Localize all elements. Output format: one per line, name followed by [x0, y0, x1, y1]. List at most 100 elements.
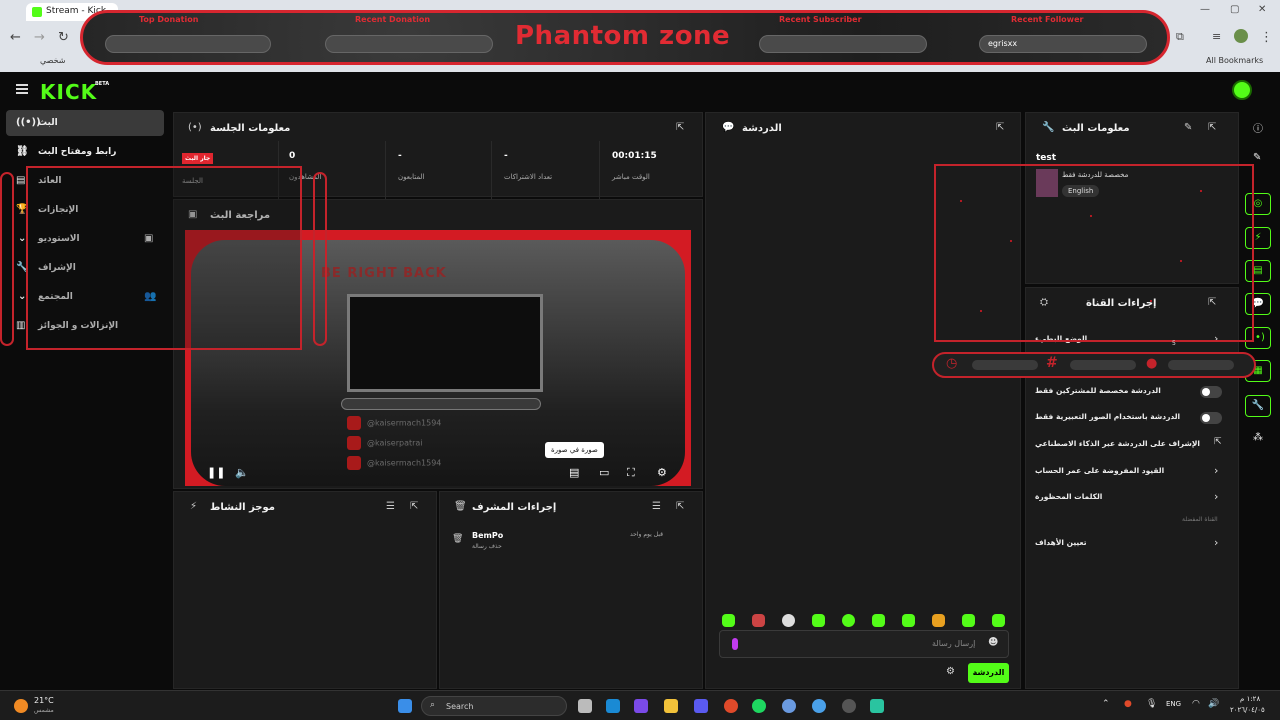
- app-icon[interactable]: [812, 699, 826, 713]
- kick-logo[interactable]: KICK: [40, 80, 97, 104]
- chat-settings-icon[interactable]: ⚙: [946, 666, 955, 677]
- theater-icon[interactable]: ▭: [599, 466, 609, 479]
- extensions-icon[interactable]: ⧉: [1176, 30, 1184, 44]
- microphone-icon[interactable]: [732, 638, 738, 650]
- popout-icon[interactable]: ⇱: [410, 501, 418, 512]
- external-link-icon[interactable]: ⇱: [1214, 437, 1222, 447]
- emote-icon[interactable]: [752, 614, 765, 627]
- speaker-icon[interactable]: 🔊: [1208, 699, 1219, 709]
- reload-icon[interactable]: ↻: [58, 30, 69, 45]
- rail-item[interactable]: 🔧: [1245, 395, 1271, 417]
- filter-icon[interactable]: ☰: [652, 501, 661, 512]
- settings-gear-icon[interactable]: ⚙: [657, 466, 667, 479]
- volume-icon[interactable]: 🔈: [235, 466, 249, 479]
- wifi-icon[interactable]: ◠: [1192, 699, 1200, 709]
- windows-start-icon[interactable]: [398, 699, 412, 713]
- popout-icon[interactable]: ⇱: [676, 501, 684, 512]
- edit-pencil-icon[interactable]: ✎: [1184, 122, 1192, 133]
- red-speck: [1010, 240, 1012, 242]
- ai-mod-row[interactable]: الإشراف على الدردشة عبر الذكاء الاصطناعي: [1035, 439, 1225, 455]
- weather-icon[interactable]: [14, 699, 28, 713]
- emote-icon[interactable]: [722, 614, 735, 627]
- tray-icon[interactable]: ●: [1124, 699, 1132, 709]
- bookmark-folder-personal[interactable]: شخصي: [40, 56, 65, 65]
- emote-icon[interactable]: [782, 614, 795, 627]
- all-bookmarks[interactable]: All Bookmarks: [1206, 56, 1263, 65]
- emote-icon[interactable]: [902, 614, 915, 627]
- trash-icon: 🗑: [452, 534, 464, 544]
- subs-only-toggle[interactable]: [1200, 386, 1222, 398]
- obs-icon[interactable]: [842, 699, 856, 713]
- chevron-right-icon[interactable]: ›: [1214, 464, 1218, 477]
- pip-icon[interactable]: ▤: [569, 466, 579, 479]
- spotify-icon[interactable]: [752, 699, 766, 713]
- emote-icon[interactable]: [872, 614, 885, 627]
- stat-subscriptions: - تعداد الاشتراكات: [491, 141, 599, 199]
- popout-icon[interactable]: ⇱: [676, 122, 684, 133]
- stat-followers: - المتابعون: [385, 141, 491, 199]
- emote-icon[interactable]: [932, 614, 945, 627]
- user-avatar[interactable]: [1232, 80, 1252, 100]
- emoji-icon[interactable]: ☻: [988, 637, 998, 648]
- sidebar-item-stream[interactable]: ((•)) البث: [6, 110, 164, 136]
- task-view-icon[interactable]: [578, 699, 592, 713]
- chat-send-button[interactable]: الدردشة: [968, 663, 1009, 683]
- stat-value: 00:01:15: [612, 151, 657, 161]
- banned-words-row[interactable]: الكلمات المحظورة: [1035, 492, 1225, 508]
- emote-icon[interactable]: [842, 614, 855, 627]
- forward-icon[interactable]: →: [34, 30, 45, 45]
- red-speck: [980, 310, 982, 312]
- stat-label: المتابعون: [398, 173, 425, 181]
- camera-icon: [347, 436, 361, 450]
- chat-input[interactable]: إرسال رسالة ☻: [719, 630, 1009, 658]
- goals-row[interactable]: تعيين الأهداف: [1035, 538, 1225, 554]
- weather-temp: 21°C: [34, 696, 54, 705]
- clock-time[interactable]: ١:٢٨ م: [1240, 695, 1260, 703]
- info-icon[interactable]: ⓘ: [1253, 120, 1263, 135]
- overlay-bar-left: [0, 172, 14, 346]
- fullscreen-icon[interactable]: ⛶: [627, 466, 635, 480]
- hamburger-menu-icon[interactable]: [16, 84, 28, 94]
- back-icon[interactable]: ←: [10, 30, 21, 45]
- edge-icon[interactable]: [606, 699, 620, 713]
- taskbar-search[interactable]: ⌕ Search: [421, 696, 567, 716]
- emote-icon[interactable]: [812, 614, 825, 627]
- mod-actions-panel: 🗑 إجراءات المشرف ☰ ⇱ 🗑 BemPo حذف رسالة ق…: [439, 491, 703, 689]
- close-icon[interactable]: ✕: [1258, 4, 1266, 15]
- emotes-only-toggle[interactable]: [1200, 412, 1222, 424]
- chevron-up-icon[interactable]: ⌃: [1102, 699, 1110, 709]
- file-explorer-icon[interactable]: [664, 699, 678, 713]
- sidebar-item-stream-key[interactable]: ⛓ رابط ومفتاح البث: [6, 139, 164, 165]
- minimize-icon[interactable]: —: [1200, 4, 1210, 15]
- emote-icon[interactable]: [962, 614, 975, 627]
- account-age-row[interactable]: القيود المفروضة على عمر الحساب: [1035, 466, 1225, 482]
- popout-icon[interactable]: ⇱: [1208, 122, 1216, 133]
- copilot-icon[interactable]: [634, 699, 648, 713]
- profile-avatar[interactable]: [1234, 29, 1248, 43]
- filter-icon[interactable]: ☰: [386, 501, 395, 512]
- overlay-pill: [972, 360, 1038, 370]
- language-indicator[interactable]: ENG: [1166, 700, 1181, 708]
- popout-icon[interactable]: ⇱: [996, 122, 1004, 133]
- app-icon[interactable]: [782, 699, 796, 713]
- mod-entry[interactable]: 🗑 BemPo حذف رسالة قبل يوم واحد: [440, 528, 702, 558]
- chevron-right-icon[interactable]: ›: [1214, 536, 1218, 549]
- emote-icon[interactable]: [992, 614, 1005, 627]
- social-handle: @kaisermach1594: [347, 416, 441, 432]
- more-icon[interactable]: ⁂: [1253, 432, 1263, 443]
- chrome-icon[interactable]: [724, 699, 738, 713]
- edit-pencil-icon[interactable]: ✎: [1253, 152, 1261, 163]
- clock-date[interactable]: ٢٠٢٦/٠٤/٠٥: [1230, 706, 1265, 714]
- pause-icon[interactable]: ❚❚: [207, 466, 225, 479]
- section-label: القناة المفضلة: [1182, 516, 1218, 523]
- menu-icon[interactable]: ⋮: [1260, 30, 1273, 45]
- store-icon[interactable]: [694, 699, 708, 713]
- broadcast-icon: (•): [188, 122, 202, 133]
- mic-tray-icon[interactable]: 🎙: [1146, 699, 1157, 709]
- maximize-icon[interactable]: ▢: [1230, 4, 1239, 15]
- chevron-right-icon[interactable]: ›: [1214, 490, 1218, 503]
- media-icon[interactable]: ≡: [1212, 30, 1221, 43]
- app-icon[interactable]: [870, 699, 884, 713]
- overlay-pill: [1168, 360, 1234, 370]
- chat-placeholder: إرسال رسالة: [932, 639, 976, 648]
